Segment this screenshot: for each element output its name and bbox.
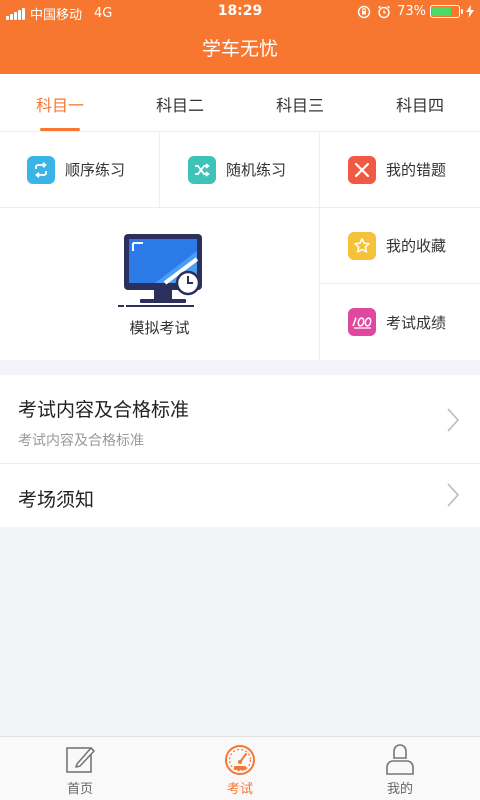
tab-subject-4[interactable]: 科目四: [360, 74, 480, 131]
random-practice-label: 随机练习: [226, 161, 287, 179]
exam-scores-button[interactable]: 考试成绩: [320, 284, 480, 360]
tab-subject-3[interactable]: 科目三: [240, 74, 360, 131]
tab-subject-2[interactable]: 科目二: [120, 74, 240, 131]
rotation-lock-icon: [357, 5, 371, 18]
my-favorites-label: 我的收藏: [386, 237, 447, 255]
alarm-icon: [378, 5, 391, 18]
nav-mine-label: 我的: [386, 782, 413, 797]
mock-exam-label: 模拟考试: [129, 318, 190, 337]
app-header: 中国移动 4G 18:29 73% 学车无忧: [0, 0, 480, 74]
user-icon: [386, 744, 414, 775]
list-item-subtitle: 考试内容及合格标准: [18, 433, 144, 449]
page-title: 学车无忧: [201, 38, 278, 60]
shuffle-icon: [188, 155, 216, 184]
chevron-right-icon: [447, 408, 460, 432]
battery-percent: 73%: [397, 4, 426, 19]
charging-icon: [466, 5, 474, 18]
bottom-nav: 首页 考试 我的: [0, 736, 480, 800]
mock-exam-button[interactable]: 模拟考试: [0, 208, 320, 360]
list-item-exam-notice[interactable]: 考场须知: [0, 464, 480, 527]
tab-subject-1[interactable]: 科目一: [0, 74, 120, 131]
subject-tabs: 科目一 科目二 科目三 科目四: [0, 74, 480, 132]
speedometer-icon: [225, 745, 255, 775]
sequential-practice-label: 顺序练习: [65, 161, 126, 179]
edit-icon: [66, 747, 95, 773]
my-mistakes-label: 我的错题: [386, 161, 447, 179]
battery-icon: [430, 5, 463, 18]
info-list: 考试内容及合格标准 考试内容及合格标准 考场须知: [0, 375, 480, 527]
nav-exam-label: 考试: [226, 782, 253, 797]
nav-home[interactable]: 首页: [0, 737, 160, 800]
nav-mine[interactable]: 我的: [320, 737, 480, 800]
random-practice-button[interactable]: 随机练习: [160, 132, 320, 208]
score-100-icon: [348, 308, 376, 336]
sequential-practice-button[interactable]: 顺序练习: [0, 132, 160, 208]
close-icon: [348, 155, 376, 184]
star-icon: [348, 231, 376, 260]
loop-icon: [27, 155, 55, 184]
list-item-exam-standards[interactable]: 考试内容及合格标准 考试内容及合格标准: [0, 375, 480, 464]
exam-scores-label: 考试成绩: [386, 313, 447, 332]
list-item-title: 考试内容及合格标准: [18, 399, 190, 421]
list-item-title: 考场须知: [18, 489, 95, 511]
practice-grid: 顺序练习 随机练习 我的错题 模拟考试 我的收藏 考试成绩: [0, 132, 480, 360]
nav-home-label: 首页: [66, 782, 93, 797]
my-favorites-button[interactable]: 我的收藏: [320, 208, 480, 284]
status-bar: 中国移动 4G 18:29 73%: [0, 0, 480, 24]
nav-exam[interactable]: 考试: [160, 737, 320, 800]
monitor-clock-icon: [117, 233, 202, 307]
my-mistakes-button[interactable]: 我的错题: [320, 132, 480, 208]
chevron-right-icon: [447, 483, 460, 507]
